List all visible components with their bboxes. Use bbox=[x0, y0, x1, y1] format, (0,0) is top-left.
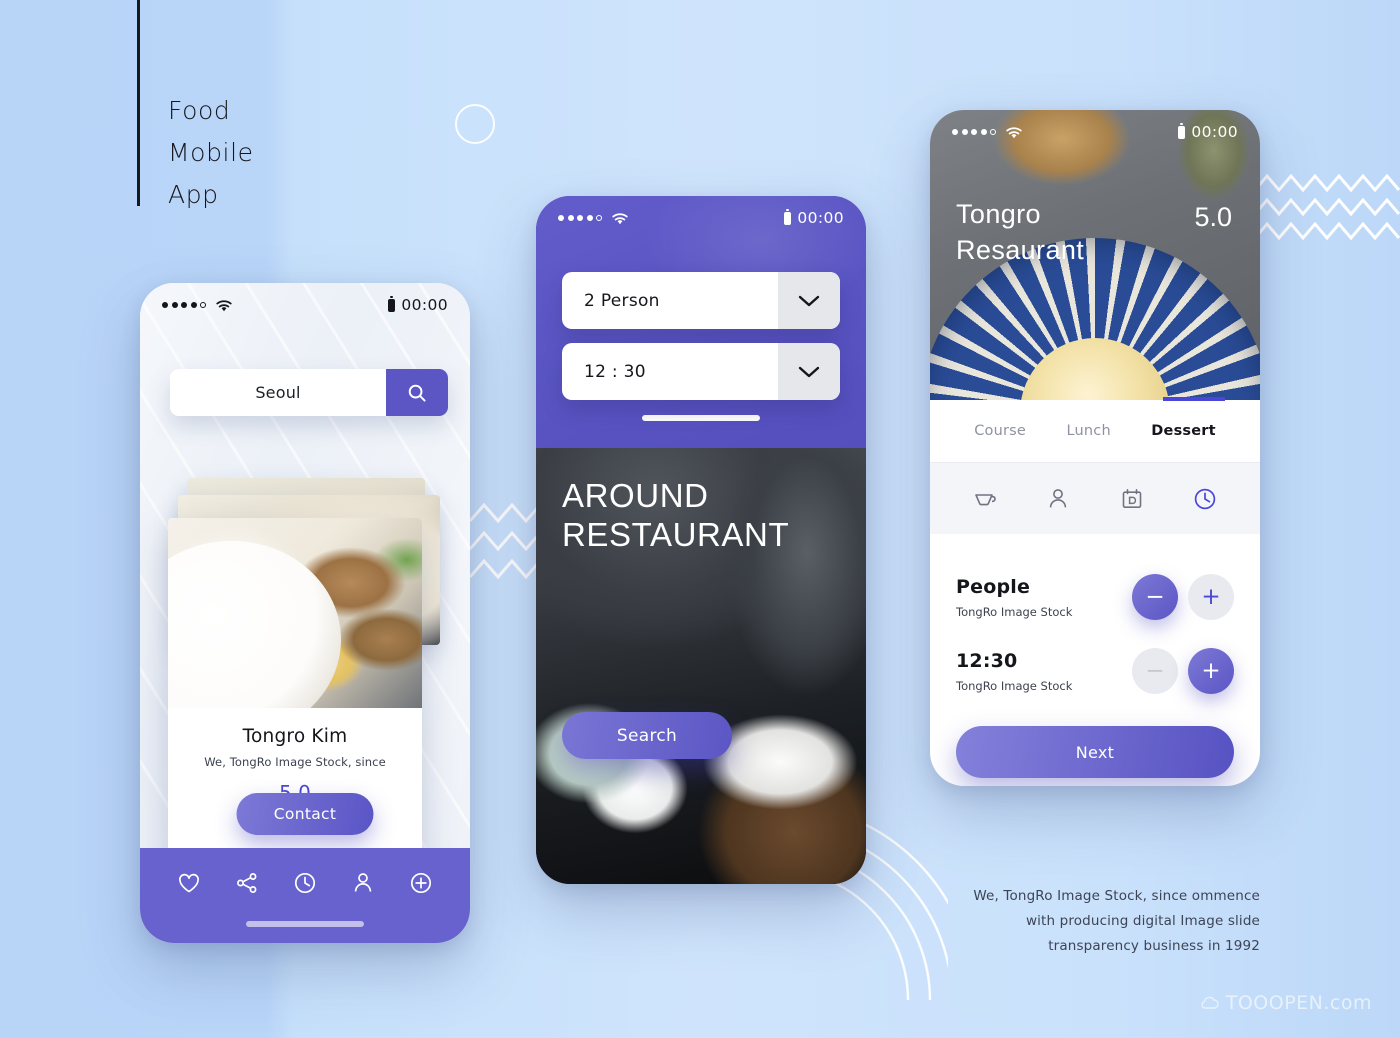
circle-decoration bbox=[455, 104, 495, 144]
people-label: People bbox=[956, 575, 1031, 598]
time-value: 12 : 30 bbox=[584, 361, 646, 382]
tab-dessert[interactable]: Dessert bbox=[1151, 423, 1215, 439]
hero-section: AROUND RESTAURANT Search bbox=[536, 448, 866, 884]
time-label: 12:30 bbox=[956, 649, 1018, 672]
time-dropdown-toggle[interactable] bbox=[778, 343, 840, 400]
phone-screen-booking: 00:00 Tongro Resaurant 5.0 Course Lunch … bbox=[930, 110, 1260, 786]
battery-icon bbox=[388, 296, 396, 312]
battery-icon bbox=[784, 209, 792, 225]
calendar-icon[interactable] bbox=[1118, 485, 1146, 513]
restaurant-rating: 5.0 bbox=[1194, 202, 1232, 232]
menu-tabs: Course Lunch Dessert bbox=[930, 397, 1260, 462]
clock-icon[interactable] bbox=[1191, 485, 1219, 513]
footer-line-2: with producing digital Image slide bbox=[1025, 913, 1260, 929]
next-button[interactable]: Next bbox=[956, 726, 1234, 778]
hero-title: AROUND RESTAURANT bbox=[562, 476, 832, 554]
active-tab-indicator bbox=[1163, 397, 1225, 401]
stepper-row-time: 12:30 TongRo Image Stock − + bbox=[956, 634, 1234, 708]
plus-circle-icon[interactable] bbox=[408, 870, 434, 896]
watermark-text: TOOOPEN.com bbox=[1225, 992, 1372, 1014]
booking-icon-row bbox=[930, 462, 1260, 534]
signal-dots-icon bbox=[162, 302, 206, 308]
chevron-down-icon bbox=[798, 366, 820, 377]
hero-title-line-2: RESTAURANT bbox=[562, 516, 790, 553]
time-decrease-button[interactable]: − bbox=[1132, 648, 1178, 694]
restaurant-header-photo: 00:00 Tongro Resaurant 5.0 bbox=[930, 110, 1260, 400]
hero-search-button[interactable]: Search bbox=[562, 712, 732, 759]
share-icon[interactable] bbox=[234, 870, 260, 896]
status-time: 00:00 bbox=[401, 296, 448, 314]
search-bar[interactable]: Seoul bbox=[170, 369, 448, 416]
cup-icon[interactable] bbox=[971, 485, 999, 513]
wifi-icon bbox=[216, 299, 232, 311]
people-sublabel: TongRo Image Stock bbox=[956, 604, 1073, 619]
zigzag-decoration-right bbox=[1255, 173, 1400, 241]
clock-icon[interactable] bbox=[292, 870, 318, 896]
search-icon bbox=[408, 384, 426, 402]
footer-line-1: We, TongRo Image Stock, since ommence bbox=[973, 888, 1260, 904]
time-select[interactable]: 12 : 30 bbox=[562, 343, 840, 400]
home-indicator bbox=[642, 415, 760, 421]
wifi-icon bbox=[612, 212, 628, 224]
restaurant-name-line-1: Tongro bbox=[956, 199, 1041, 229]
status-time: 00:00 bbox=[797, 209, 844, 227]
bottom-navigation bbox=[140, 848, 470, 943]
search-button[interactable] bbox=[386, 369, 448, 416]
page-title-line-1: Food bbox=[168, 96, 231, 125]
page-title-line-2: Mobile bbox=[168, 138, 254, 167]
wifi-icon bbox=[1006, 126, 1022, 138]
time-increase-button[interactable]: + bbox=[1188, 648, 1234, 694]
phone-screen-home: 00:00 Seoul Tongro Kim We, TongRo Image … bbox=[140, 283, 470, 943]
tab-lunch[interactable]: Lunch bbox=[1066, 423, 1110, 439]
signal-dots-icon bbox=[558, 215, 602, 221]
footer-line-3: transparency business in 1992 bbox=[1048, 938, 1260, 954]
time-sublabel: TongRo Image Stock bbox=[956, 678, 1073, 693]
restaurant-name: Tongro Resaurant bbox=[956, 196, 1084, 268]
status-bar: 00:00 bbox=[930, 110, 1260, 154]
title-divider-rule bbox=[137, 0, 140, 206]
footer-text: We, TongRo Image Stock, since ommence wi… bbox=[920, 884, 1260, 959]
heart-icon[interactable] bbox=[176, 870, 202, 896]
signal-dots-icon bbox=[952, 129, 996, 135]
hero-title-line-1: AROUND bbox=[562, 477, 709, 514]
home-indicator bbox=[246, 921, 364, 927]
restaurant-description: We, TongRo Image Stock, since bbox=[204, 755, 386, 769]
chevron-down-icon bbox=[798, 295, 820, 306]
restaurant-name-line-2: Resaurant bbox=[956, 235, 1085, 265]
tab-course[interactable]: Course bbox=[974, 423, 1026, 439]
status-time: 00:00 bbox=[1191, 123, 1238, 141]
page-title: Food Mobile App bbox=[168, 90, 254, 216]
people-increase-button[interactable]: + bbox=[1188, 574, 1234, 620]
restaurant-photo bbox=[168, 518, 422, 708]
party-size-select[interactable]: 2 Person bbox=[562, 272, 840, 329]
contact-button[interactable]: Contact bbox=[236, 793, 374, 835]
page-title-line-3: App bbox=[168, 180, 219, 209]
restaurant-name: Tongro Kim bbox=[242, 726, 348, 747]
watermark: TOOOPEN.com bbox=[1200, 992, 1372, 1014]
person-icon[interactable] bbox=[350, 870, 376, 896]
search-header: 00:00 2 Person 12 : 30 bbox=[536, 196, 866, 448]
stepper-row-people: People TongRo Image Stock − + bbox=[956, 560, 1234, 634]
search-input[interactable]: Seoul bbox=[170, 369, 386, 416]
person-icon[interactable] bbox=[1044, 485, 1072, 513]
people-decrease-button[interactable]: − bbox=[1132, 574, 1178, 620]
party-size-value: 2 Person bbox=[584, 290, 660, 311]
status-bar: 00:00 bbox=[536, 196, 866, 240]
party-size-dropdown-toggle[interactable] bbox=[778, 272, 840, 329]
status-bar: 00:00 bbox=[140, 283, 470, 327]
phone-screen-search: 00:00 2 Person 12 : 30 AROUND RESTAURANT… bbox=[536, 196, 866, 884]
booking-steppers: People TongRo Image Stock − + 12:30 Tong… bbox=[930, 534, 1260, 708]
design-canvas: Food Mobile App 00:00 Seoul Tongro Kim W… bbox=[0, 0, 1400, 1038]
cloud-icon bbox=[1201, 996, 1219, 1009]
battery-icon bbox=[1178, 123, 1186, 139]
